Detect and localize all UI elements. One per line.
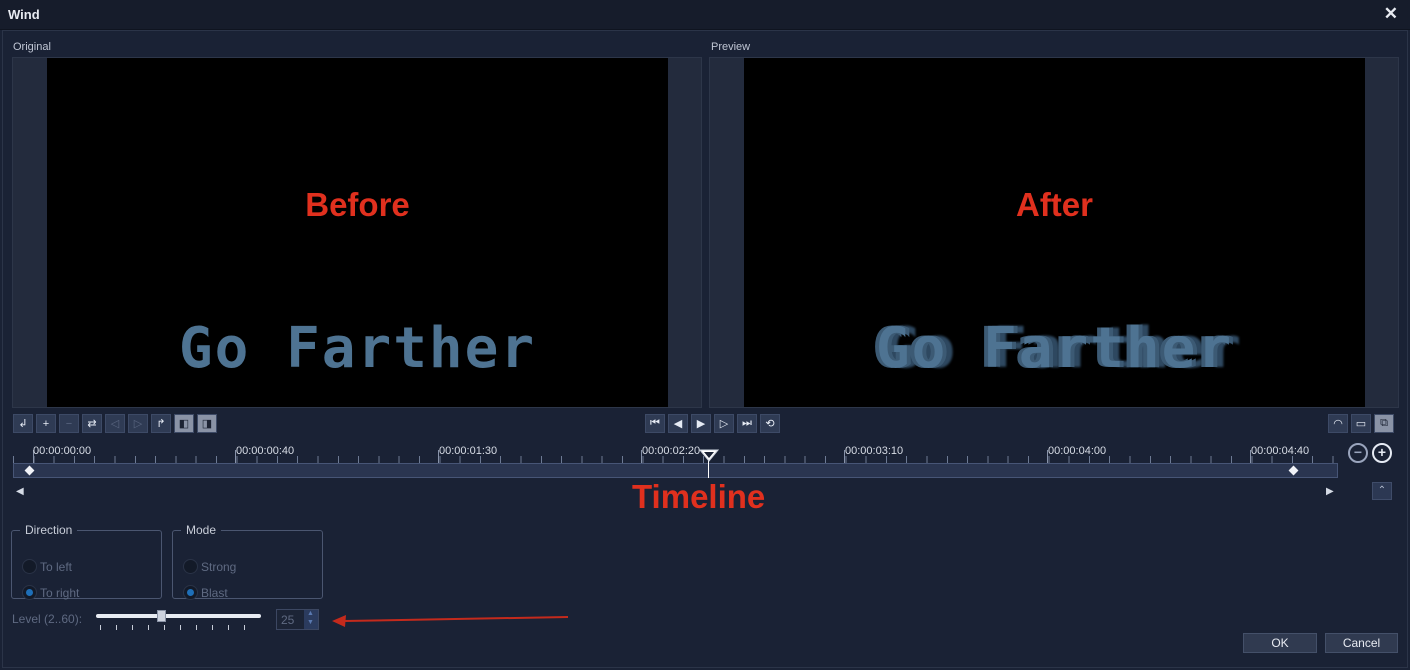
copy-attribute-icon[interactable]: ◧: [174, 414, 194, 433]
repeat-icon[interactable]: ⟲: [760, 414, 780, 433]
spin-down-icon[interactable]: ▼: [307, 619, 314, 626]
annotation-arrow: [332, 615, 569, 627]
direction-legend: Direction: [25, 523, 73, 537]
original-video: Before Go Farther: [47, 58, 668, 407]
ruler-tick-label: 00:00:03:10: [845, 445, 904, 457]
scroll-right-icon[interactable]: ▶: [1326, 486, 1334, 497]
ruler-tick-label: 00:00:02:20: [642, 445, 701, 457]
timeline-annotation: Timeline: [632, 478, 766, 515]
level-slider-track[interactable]: [96, 614, 261, 618]
keyframe-marker-start[interactable]: [24, 465, 35, 476]
preview-window-icon[interactable]: ⧉: [1374, 414, 1394, 433]
keyframe-track[interactable]: [13, 463, 1338, 478]
before-annotation: Before: [305, 186, 410, 223]
radio-icon[interactable]: [183, 559, 198, 574]
monitor-icon[interactable]: ▭: [1351, 414, 1371, 433]
cancel-button[interactable]: Cancel: [1325, 633, 1398, 653]
plus-icon[interactable]: +: [36, 414, 56, 433]
ruler-tick-label: 00:00:00:00: [33, 445, 92, 457]
keyframe-marker-end[interactable]: [1288, 465, 1299, 476]
mode-option-blast[interactable]: Blast: [183, 585, 228, 600]
ok-button[interactable]: OK: [1243, 633, 1317, 653]
next-keyframe-icon[interactable]: ▷: [128, 414, 148, 433]
title-bar: Wind ✕: [0, 0, 1410, 30]
minus-icon[interactable]: −: [59, 414, 79, 433]
preview-video: After Go Farther: [744, 58, 1365, 407]
step-forward-icon[interactable]: ▷: [714, 414, 734, 433]
direction-option-label: To right: [40, 585, 80, 600]
mode-group: Mode Strong Blast: [172, 523, 323, 600]
step-back-icon[interactable]: ◀: [668, 414, 688, 433]
mode-option-strong[interactable]: Strong: [183, 559, 236, 574]
preview-viewer: After Go Farther: [709, 57, 1399, 408]
speed-icon[interactable]: ◠: [1328, 414, 1348, 433]
mode-option-label: Strong: [201, 559, 237, 574]
close-icon[interactable]: ✕: [1384, 4, 1398, 24]
spin-up-icon[interactable]: ▲: [307, 610, 314, 617]
level-spinbox[interactable]: 25 ▲ ▼: [276, 609, 319, 630]
level-slider-ticks: [100, 625, 260, 630]
radio-icon[interactable]: [22, 559, 37, 574]
ruler-tick-label: 00:00:01:30: [439, 445, 498, 457]
timeline-ruler: 00:00:00:00 00:00:00:40 00:00:01:30 00:0…: [13, 442, 1338, 464]
direction-option-label: To left: [40, 559, 73, 574]
radio-selected-icon[interactable]: [22, 585, 37, 600]
playhead-handle[interactable]: [699, 449, 719, 463]
go-to-start-icon[interactable]: ⏮: [645, 414, 665, 433]
ruler-tick-label: 00:00:04:00: [1048, 445, 1107, 457]
reverse-icon[interactable]: ⇄: [82, 414, 102, 433]
after-annotation: After: [1015, 186, 1093, 223]
preview-label: Preview: [711, 41, 751, 53]
original-viewer: Before Go Farther: [12, 57, 702, 408]
ruler-tick-label: 00:00:04:40: [1251, 445, 1310, 457]
mode-legend: Mode: [186, 523, 217, 537]
direction-group: Direction To left To right: [11, 523, 162, 600]
window-title: Wind: [8, 7, 40, 22]
original-label: Original: [13, 41, 51, 53]
paste-attribute-icon[interactable]: ◨: [197, 414, 217, 433]
mode-option-label: Blast: [201, 585, 228, 600]
go-to-end-icon[interactable]: ⏭: [737, 414, 757, 433]
direction-option-to-left[interactable]: To left: [22, 559, 72, 574]
level-spin-buttons[interactable]: ▲ ▼: [304, 610, 318, 629]
level-slider-thumb[interactable]: [157, 610, 166, 622]
preview-toolbar: ◠ ▭ ⧉: [1328, 414, 1394, 434]
collapse-icon[interactable]: ⌃: [1372, 482, 1392, 500]
keyframe-toolbar: ↲ + − ⇄ ◁ ▷ ↱ ◧ ◨: [13, 414, 217, 434]
zoom-out-icon[interactable]: −: [1348, 443, 1368, 463]
redo-icon[interactable]: ↱: [151, 414, 171, 433]
radio-selected-icon[interactable]: [183, 585, 198, 600]
zoom-in-icon[interactable]: +: [1372, 443, 1392, 463]
prev-keyframe-icon[interactable]: ◁: [105, 414, 125, 433]
preview-video-text: Go Farther: [875, 316, 1234, 381]
original-video-text: Go Farther: [178, 316, 537, 381]
play-icon[interactable]: ▶: [691, 414, 711, 433]
level-label: Level (2..60):: [12, 612, 83, 626]
ruler-tick-label: 00:00:00:40: [236, 445, 295, 457]
add-keyframe-icon[interactable]: ↲: [13, 414, 33, 433]
level-value[interactable]: 25: [281, 613, 294, 627]
direction-option-to-right[interactable]: To right: [22, 585, 79, 600]
scroll-left-icon[interactable]: ◀: [16, 486, 24, 497]
transport-controls: ⏮ ◀ ▶ ▷ ⏭ ⟲: [645, 414, 780, 434]
